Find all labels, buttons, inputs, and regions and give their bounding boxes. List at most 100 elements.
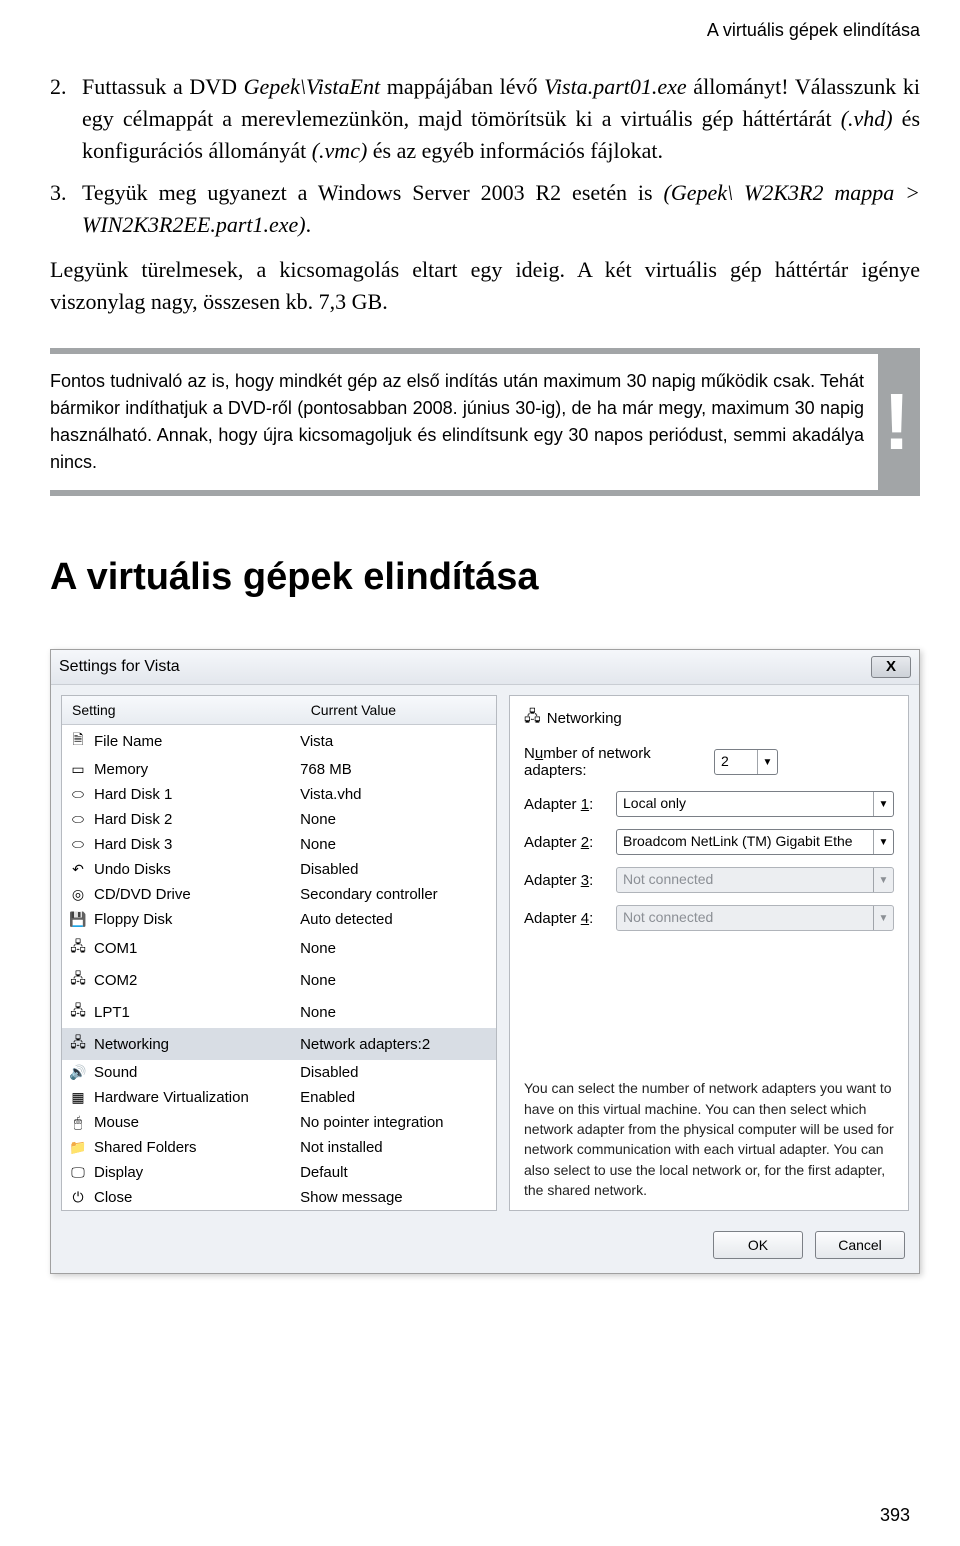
adapter-label: Adapter 1: [524, 796, 616, 813]
settings-row[interactable]: ▭Memory768 MB [62, 757, 496, 782]
floppy-icon: 💾 [68, 911, 88, 928]
ok-button[interactable]: OK [713, 1231, 803, 1259]
adapter-combo: Not connected ▼ [616, 867, 894, 893]
setting-name: Hard Disk 2 [94, 811, 172, 828]
list-number: 2. [50, 71, 82, 167]
setting-name: Floppy Disk [94, 911, 172, 928]
settings-row[interactable]: ⬭ Hard Disk 3 None [62, 832, 496, 857]
combo-value: Local only [623, 795, 686, 811]
num-adapters-combo[interactable]: 2 ▼ [714, 749, 778, 775]
list-body: Tegyük meg ugyanezt a Windows Server 200… [82, 177, 920, 241]
network-icon: 🖧 [68, 1032, 88, 1056]
setting-name: Memory [94, 761, 148, 778]
setting-value: Show message [300, 1189, 490, 1206]
running-head: A virtuális gépek elindítása [50, 20, 920, 41]
text-run: és az egyéb információs fájlokat. [367, 138, 663, 163]
details-title: 🖧 Networking [524, 706, 894, 731]
setting-value: Network adapters:2 [300, 1036, 490, 1053]
setting-name: COM1 [94, 940, 137, 957]
adapter-row: Adapter 1: Local only ▼ [524, 791, 894, 817]
adapter-combo[interactable]: Local only ▼ [616, 791, 894, 817]
setting-name: Shared Folders [94, 1139, 197, 1156]
chevron-down-icon: ▼ [873, 868, 893, 892]
settings-row[interactable]: 🖧COM2None [62, 964, 496, 996]
info-text: You can select the number of network ada… [524, 968, 894, 1200]
ext-text: (.vmc) [312, 138, 368, 163]
settings-list[interactable]: Setting Current Value 🗎File NameVista▭Me… [61, 695, 497, 1211]
setting-value: Vista.vhd [300, 786, 490, 803]
setting-value: Default [300, 1164, 490, 1181]
text-run: . [306, 212, 312, 237]
disk-icon: ⬭ [68, 836, 88, 853]
settings-row[interactable]: 🖧 Networking Network adapters:2 [62, 1028, 496, 1060]
settings-row[interactable]: 🔊SoundDisabled [62, 1060, 496, 1085]
settings-row[interactable]: ⬭Hard Disk 2None [62, 807, 496, 832]
settings-row[interactable]: 🗎File NameVista [62, 725, 496, 757]
setting-value: None [300, 1004, 490, 1021]
setting-name: CD/DVD Drive [94, 886, 191, 903]
settings-row[interactable]: ⬭ Hard Disk 1 Vista.vhd [62, 782, 496, 807]
setting-value: No pointer integration [300, 1114, 490, 1131]
file-icon: 🗎 [68, 729, 88, 753]
power-icon: ⏻ [68, 1189, 88, 1206]
com-icon: 🖧 [68, 936, 88, 960]
display-icon: 🖵 [68, 1164, 88, 1181]
settings-row[interactable]: 📁 Shared Folders Not installed [62, 1135, 496, 1160]
note-callout: Fontos tudnivaló az is, hogy mindkét gép… [50, 348, 920, 496]
setting-value: None [300, 972, 490, 989]
setting-name: Sound [94, 1064, 137, 1081]
settings-row[interactable]: ↶Undo DisksDisabled [62, 857, 496, 882]
settings-row[interactable]: ⏻CloseShow message [62, 1185, 496, 1210]
sound-icon: 🔊 [68, 1064, 88, 1081]
settings-row[interactable]: 🖧LPT1None [62, 996, 496, 1028]
adapter-row: Adapter 3: Not connected ▼ [524, 867, 894, 893]
settings-row[interactable]: ◎CD/DVD DriveSecondary controller [62, 882, 496, 907]
chevron-down-icon: ▼ [873, 792, 893, 816]
path-text: Gepek\VistaEnt [244, 74, 380, 99]
combo-value: Not connected [623, 909, 713, 925]
cd-icon: ◎ [68, 886, 88, 903]
setting-value: Not installed [300, 1139, 490, 1156]
setting-name: Hard Disk 3 [94, 836, 172, 853]
setting-name: Display [94, 1164, 143, 1181]
close-button[interactable]: X [871, 656, 911, 678]
setting-name: Hard Disk 1 [94, 786, 172, 803]
folder-icon: 📁 [68, 1139, 88, 1156]
undo-icon: ↶ [68, 861, 88, 878]
details-title-text: Networking [547, 710, 622, 727]
disk-icon: ⬭ [68, 811, 88, 828]
setting-name: Networking [94, 1036, 169, 1053]
settings-row[interactable]: 💾 Floppy Disk Auto detected [62, 907, 496, 932]
settings-row[interactable]: 🖵 Display Default [62, 1160, 496, 1185]
setting-name: File Name [94, 733, 162, 750]
page-number: 393 [880, 1505, 910, 1526]
com-icon: 🖧 [68, 968, 88, 992]
adapter-row: Adapter 2:Broadcom NetLink (TM) Gigabit … [524, 829, 894, 855]
list-body: Futtassuk a DVD Gepek\VistaEnt mappájába… [82, 71, 920, 167]
setting-value: None [300, 836, 490, 853]
adapter-label: Adapter 2: [524, 834, 616, 851]
ordered-list-item-2: 2. Futtassuk a DVD Gepek\VistaEnt mappáj… [50, 71, 920, 167]
settings-row[interactable]: 🖧COM1None [62, 932, 496, 964]
setting-name: Hardware Virtualization [94, 1089, 249, 1106]
cancel-button[interactable]: Cancel [815, 1231, 905, 1259]
settings-dialog: Settings for Vista X Setting Current Val… [50, 649, 920, 1274]
section-heading: A virtuális gépek elindítása [50, 556, 920, 599]
paragraph: Legyünk türelmesek, a kicsomagolás eltar… [50, 254, 920, 318]
settings-header: Setting Current Value [62, 696, 496, 725]
file-text: Vista.part01.exe [544, 74, 687, 99]
adapter-label: Adapter 4: [524, 910, 616, 927]
dialog-title-text: Settings for Vista [59, 658, 180, 676]
settings-row[interactable]: ▦Hardware VirtualizationEnabled [62, 1085, 496, 1110]
text-run: Tegyük meg ugyanezt a Windows Server 200… [82, 180, 664, 205]
settings-row[interactable]: 🖱MouseNo pointer integration [62, 1110, 496, 1135]
ordered-list-item-3: 3. Tegyük meg ugyanezt a Windows Server … [50, 177, 920, 241]
text-run: N [524, 745, 535, 762]
adapter-combo[interactable]: Broadcom NetLink (TM) Gigabit Ethe▼ [616, 829, 894, 855]
combo-value: Not connected [623, 871, 713, 887]
disk-icon: ⬭ [68, 786, 88, 803]
setting-value: Auto detected [300, 911, 490, 928]
close-icon: X [886, 658, 896, 675]
note-text: Fontos tudnivaló az is, hogy mindkét gép… [50, 368, 864, 476]
adapter-label: Adapter 3: [524, 872, 616, 889]
